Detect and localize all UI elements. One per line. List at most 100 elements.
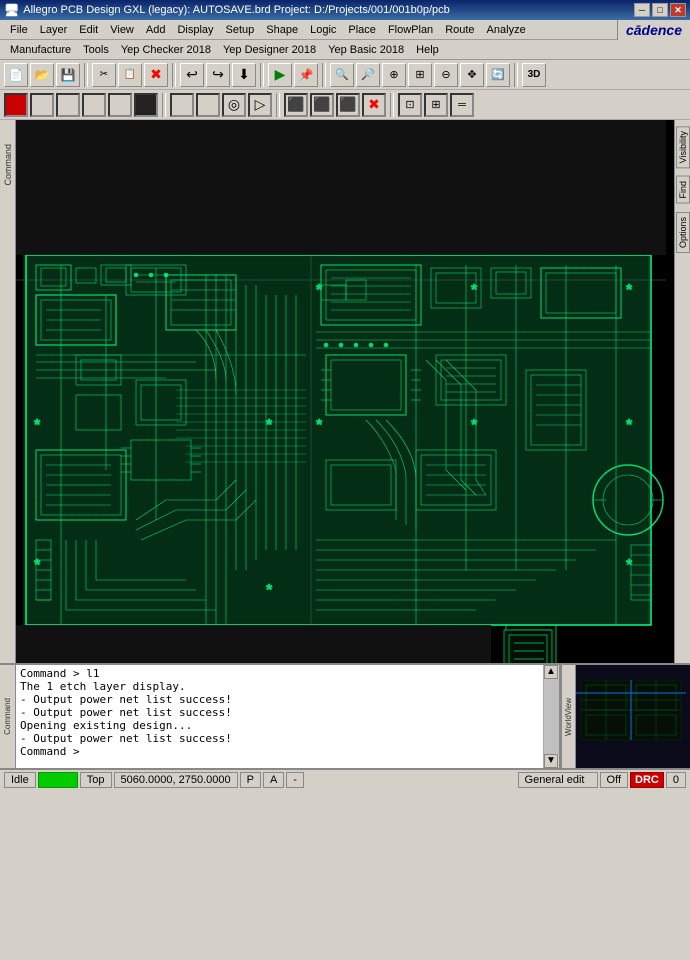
scroll-down-button[interactable]: ▼ xyxy=(544,754,558,768)
console-side-label: Command xyxy=(3,698,12,735)
menu-manufacture[interactable]: Manufacture xyxy=(4,42,77,58)
maximize-button[interactable]: □ xyxy=(652,3,668,17)
menu-shape[interactable]: Shape xyxy=(260,22,304,38)
toolbar-secondary: ◎ ▷ ⬛ ⬛ ⬛ ✖ ⊡ ⊞ ═ xyxy=(0,90,690,120)
toolbar2-btn12[interactable]: ⬛ xyxy=(310,93,334,117)
toolbar2-btn2[interactable] xyxy=(30,93,54,117)
menu-yep-designer[interactable]: Yep Designer 2018 xyxy=(217,42,322,58)
worldview-label-container: WorldView xyxy=(562,665,576,768)
worldview-canvas xyxy=(576,665,690,768)
menu-help[interactable]: Help xyxy=(410,42,445,58)
menu-display[interactable]: Display xyxy=(171,22,219,38)
status-coords: 5060.0000, 2750.0000 xyxy=(114,772,238,788)
toolbar-down[interactable]: ⬇ xyxy=(232,63,256,87)
scroll-up-button[interactable]: ▲ xyxy=(544,665,558,679)
toolbar2-btn5[interactable] xyxy=(108,93,132,117)
worldview-svg xyxy=(576,665,690,768)
toolbar-zoom-fit[interactable]: ⊕ xyxy=(382,63,406,87)
minimize-button[interactable]: ─ xyxy=(634,3,650,17)
menu-route[interactable]: Route xyxy=(439,22,480,38)
status-layer: Top xyxy=(80,772,112,788)
toolbar-sep-1 xyxy=(84,63,88,87)
menu-file[interactable]: File xyxy=(4,22,34,38)
toolbar2-btn9[interactable]: ◎ xyxy=(222,93,246,117)
toolbar2-btn3[interactable] xyxy=(56,93,80,117)
menu-edit[interactable]: Edit xyxy=(73,22,104,38)
menu-analyze[interactable]: Analyze xyxy=(481,22,532,38)
toolbar-save[interactable]: 💾 xyxy=(56,63,80,87)
toolbar-sep-5 xyxy=(514,63,518,87)
main-layout: Command xyxy=(0,120,690,663)
console-line-2: The 1 etch layer display. xyxy=(20,680,539,693)
toolbar-pin[interactable]: 📌 xyxy=(294,63,318,87)
toolbar2-btn16[interactable]: ⊞ xyxy=(424,93,448,117)
toolbar-delete[interactable]: ✖ xyxy=(144,63,168,87)
toolbar2-btn7[interactable] xyxy=(170,93,194,117)
toolbar-primary: 📄 📂 💾 ✂ 📋 ✖ ↩ ↪ ⬇ ▶ 📌 🔍 🔎 ⊕ ⊞ ⊖ ✥ 🔄 3D xyxy=(0,60,690,90)
toolbar2-btn1[interactable] xyxy=(4,93,28,117)
toolbar-refresh[interactable]: 🔄 xyxy=(486,63,510,87)
titlebar: 🖥 Allegro PCB Design GXL (legacy): AUTOS… xyxy=(0,0,690,20)
tab-options[interactable]: Options xyxy=(676,212,690,253)
menu-logic[interactable]: Logic xyxy=(304,22,342,38)
toolbar2-btn8[interactable] xyxy=(196,93,220,117)
console-line-3: - Output power net list success! xyxy=(20,693,539,706)
menu-place[interactable]: Place xyxy=(342,22,382,38)
toolbar-cut[interactable]: ✂ xyxy=(92,63,116,87)
menu-yep-basic[interactable]: Yep Basic 2018 xyxy=(322,42,410,58)
close-button[interactable]: ✕ xyxy=(670,3,686,17)
console-output[interactable]: Command > l1 The 1 etch layer display. -… xyxy=(16,665,544,768)
toolbar-3d[interactable]: 3D xyxy=(522,63,546,87)
toolbar2-btn14[interactable]: ✖ xyxy=(362,93,386,117)
toolbar2-btn4[interactable] xyxy=(82,93,106,117)
toolbar2-btn15[interactable]: ⊡ xyxy=(398,93,422,117)
toolbar-zoom-in[interactable]: 🔍 xyxy=(330,63,354,87)
toolbar-copy[interactable]: 📋 xyxy=(118,63,142,87)
toolbar2-btn6[interactable] xyxy=(134,93,158,117)
toolbar-pan[interactable]: ✥ xyxy=(460,63,484,87)
status-idle: Idle xyxy=(4,772,36,788)
toolbar-zoom-prev[interactable]: ⊖ xyxy=(434,63,458,87)
toolbar-open[interactable]: 📂 xyxy=(30,63,54,87)
statusbar: Idle Top 5060.0000, 2750.0000 P A - Gene… xyxy=(0,768,690,790)
status-dash: - xyxy=(286,772,304,788)
toolbar2-btn13[interactable]: ⬛ xyxy=(336,93,360,117)
toolbar-sep-3 xyxy=(260,63,264,87)
toolbar2-btn17[interactable]: ═ xyxy=(450,93,474,117)
toolbar-sep-4 xyxy=(322,63,326,87)
window-controls: ─ □ ✕ xyxy=(634,3,686,17)
right-panel: Visibility Find Options xyxy=(674,120,690,663)
pcb-svg: * * * * xyxy=(16,120,674,663)
toolbar-zoom-area[interactable]: ⊞ xyxy=(408,63,432,87)
toolbar2-sep-1 xyxy=(162,93,166,117)
tab-find[interactable]: Find xyxy=(676,176,690,204)
console-line-6: - Output power net list success! xyxy=(20,732,539,745)
console-line-5: Opening existing design... xyxy=(20,719,539,732)
menubar-secondary: Manufacture Tools Yep Checker 2018 Yep D… xyxy=(0,40,690,60)
console-line-1: Command > l1 xyxy=(20,667,539,680)
status-number: 0 xyxy=(666,772,686,788)
menu-tools[interactable]: Tools xyxy=(77,42,115,58)
toolbar2-sep-2 xyxy=(276,93,280,117)
toolbar-zoom-out[interactable]: 🔎 xyxy=(356,63,380,87)
toolbar2-sep-3 xyxy=(390,93,394,117)
toolbar-undo[interactable]: ↩ xyxy=(180,63,204,87)
menu-yep-checker[interactable]: Yep Checker 2018 xyxy=(115,42,217,58)
toolbar-redo[interactable]: ↪ xyxy=(206,63,230,87)
toolbar-run[interactable]: ▶ xyxy=(268,63,292,87)
menu-flowplan[interactable]: FlowPlan xyxy=(382,22,439,38)
scroll-track xyxy=(544,679,559,754)
status-arrow-a: A xyxy=(263,772,284,788)
menu-view[interactable]: View xyxy=(104,22,140,38)
menu-setup[interactable]: Setup xyxy=(220,22,261,38)
menu-add[interactable]: Add xyxy=(140,22,172,38)
toolbar2-btn11[interactable]: ⬛ xyxy=(284,93,308,117)
tab-visibility[interactable]: Visibility xyxy=(676,126,690,168)
toolbar-sep-2 xyxy=(172,63,176,87)
toolbar2-btn10[interactable]: ▷ xyxy=(248,93,272,117)
canvas-area[interactable]: * * * * xyxy=(16,120,674,663)
console-scrollbar[interactable]: ▲ ▼ xyxy=(544,665,560,768)
toolbar-new[interactable]: 📄 xyxy=(4,63,28,87)
menu-layer[interactable]: Layer xyxy=(34,22,74,38)
menubar-primary: File Layer Edit View Add Display Setup S… xyxy=(0,20,690,40)
